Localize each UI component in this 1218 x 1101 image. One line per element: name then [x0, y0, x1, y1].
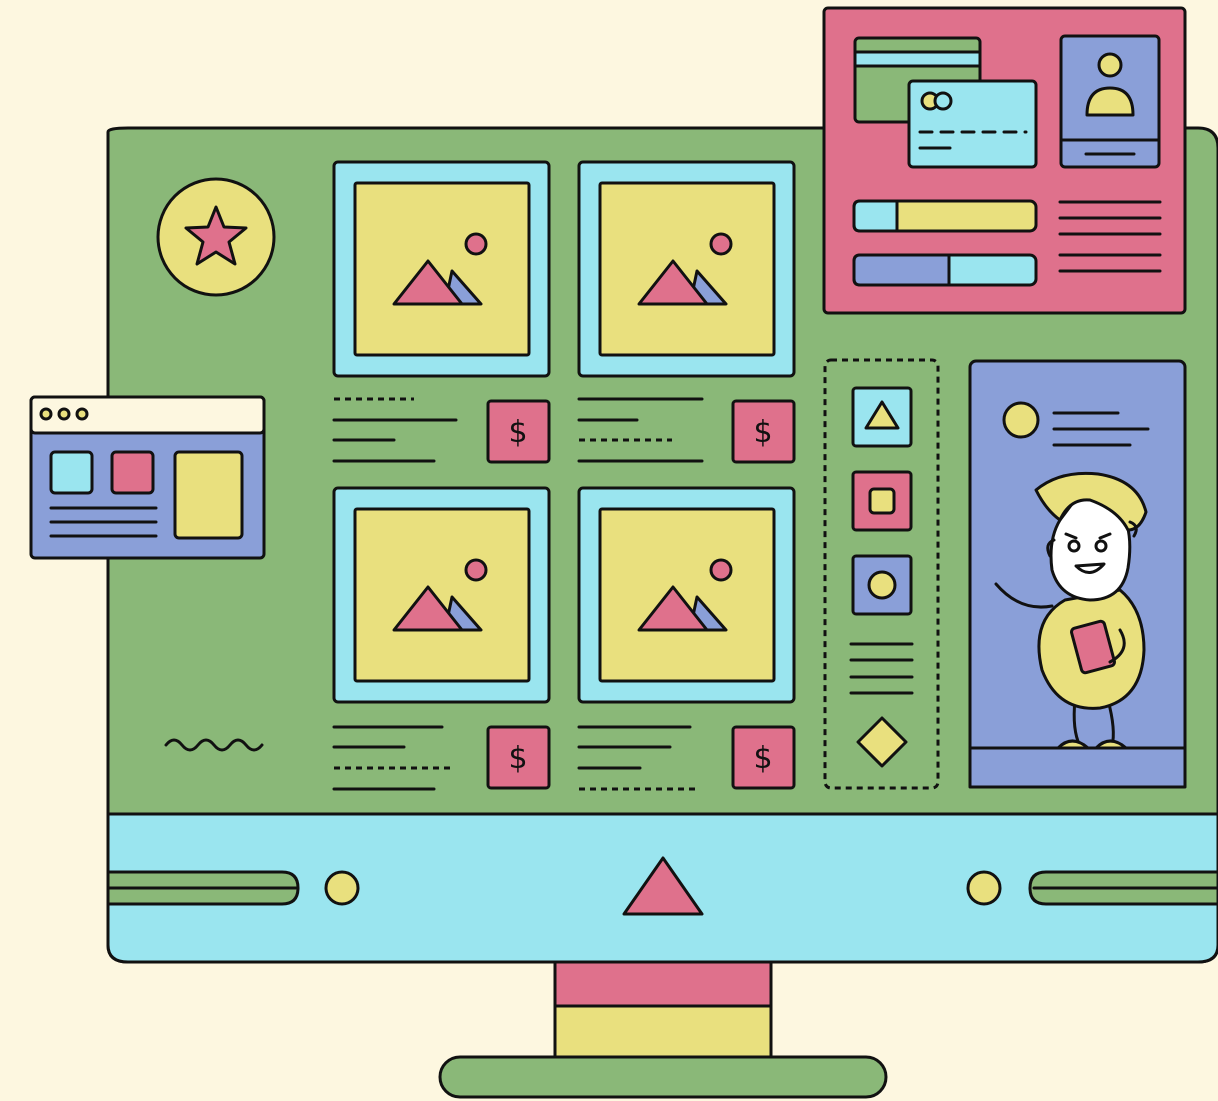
favorite-badge[interactable]	[156, 177, 276, 297]
circle-icon	[867, 570, 897, 600]
price-button[interactable]: $	[731, 399, 796, 464]
window-control-dot[interactable]	[75, 407, 89, 421]
window-control-dot[interactable]	[57, 407, 71, 421]
price-button[interactable]: $	[486, 725, 551, 790]
price-button[interactable]: $	[731, 725, 796, 790]
dollar-icon: $	[753, 741, 772, 776]
browser-window	[29, 395, 266, 560]
dollar-icon: $	[508, 741, 527, 776]
user-panel	[968, 359, 1187, 789]
nav-dot-right[interactable]	[966, 870, 1002, 906]
price-button[interactable]: $	[486, 399, 551, 464]
illustration: $ $ $ $	[29, 6, 1218, 1099]
dollar-icon: $	[508, 415, 527, 450]
dollar-icon: $	[753, 415, 772, 450]
monitor-stand	[438, 956, 888, 1099]
avatar	[1002, 401, 1040, 439]
progress-bar-1	[852, 199, 1038, 233]
nav-dot-left[interactable]	[324, 870, 360, 906]
payment-panel	[822, 6, 1187, 315]
progress-bar-2	[852, 253, 1038, 287]
square-icon	[868, 487, 896, 515]
user-avatar-icon	[1097, 52, 1123, 78]
window-control-dot[interactable]	[39, 407, 53, 421]
